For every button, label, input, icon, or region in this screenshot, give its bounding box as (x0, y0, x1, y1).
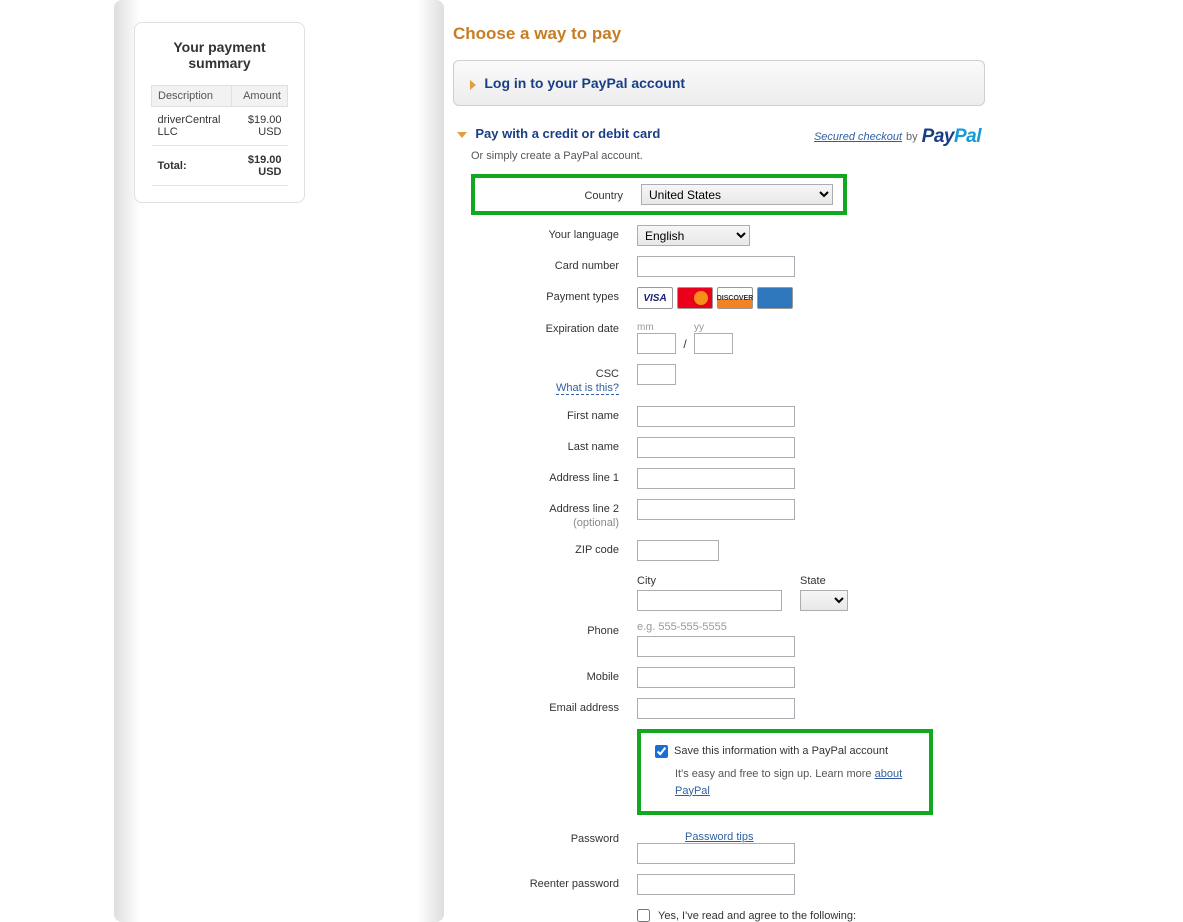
country-select[interactable]: United States (641, 184, 833, 205)
mastercard-icon (677, 287, 713, 309)
password-input[interactable] (637, 843, 795, 864)
addr1-label: Address line 1 (457, 468, 637, 485)
lastname-label: Last name (457, 437, 637, 454)
card-section-sub: Or simply create a PayPal account. (457, 150, 981, 162)
payment-summary: Your payment summary Description Amount … (134, 22, 305, 203)
save-info-highlight: Save this information with a PayPal acco… (637, 729, 933, 815)
language-label: Your language (457, 225, 637, 242)
phone-label: Phone (457, 621, 637, 638)
col-amount: Amount (232, 86, 288, 107)
save-info-checkbox[interactable] (655, 745, 668, 758)
zip-input[interactable] (637, 540, 719, 561)
email-input[interactable] (637, 698, 795, 719)
summary-title: Your payment summary (151, 39, 288, 71)
secured-checkout-link[interactable]: Secured checkout (814, 131, 902, 143)
language-select[interactable]: English (637, 225, 750, 246)
cardnumber-label: Card number (457, 256, 637, 273)
csc-help-link[interactable]: What is this? (556, 382, 619, 395)
country-label: Country (475, 186, 641, 203)
city-input[interactable] (637, 590, 782, 611)
card-icons: VISA DISCOVER (637, 287, 981, 309)
lastname-input[interactable] (637, 437, 795, 458)
agree-checkbox[interactable] (637, 909, 650, 922)
country-highlight: Country United States (471, 174, 847, 215)
secured-checkout: Secured checkout by PayPal (814, 126, 981, 148)
card-section-title: Pay with a credit or debit card (475, 126, 660, 141)
chevron-down-icon (457, 132, 467, 138)
expiration-label: Expiration date (457, 319, 637, 336)
col-description: Description (152, 86, 232, 107)
exp-yy-input[interactable] (694, 333, 733, 354)
addr1-input[interactable] (637, 468, 795, 489)
summary-total: Total: $19.00 USD (152, 146, 288, 186)
firstname-input[interactable] (637, 406, 795, 427)
login-panel[interactable]: Log in to your PayPal account (453, 60, 985, 106)
phone-input[interactable] (637, 636, 795, 657)
csc-input[interactable] (637, 364, 676, 385)
paymenttypes-label: Payment types (457, 287, 637, 304)
visa-icon: VISA (637, 287, 673, 309)
login-panel-title: Log in to your PayPal account (484, 75, 685, 91)
password-tips-link[interactable]: Password tips (685, 831, 753, 843)
mobile-input[interactable] (637, 667, 795, 688)
password-label: Password (457, 829, 637, 846)
phone-hint: e.g. 555-555-5555 (637, 621, 981, 633)
paypal-logo: PayPal (922, 126, 981, 148)
mobile-label: Mobile (457, 667, 637, 684)
addr2-label: Address line 2 (549, 503, 619, 515)
amex-icon (757, 287, 793, 309)
agree-label: Yes, I've read and agree to the followin… (658, 910, 856, 922)
addr2-input[interactable] (637, 499, 795, 520)
discover-icon: DISCOVER (717, 287, 753, 309)
summary-row: driverCentral LLC $19.00 USD (152, 107, 288, 146)
cardnumber-input[interactable] (637, 256, 795, 277)
exp-mm-input[interactable] (637, 333, 676, 354)
firstname-label: First name (457, 406, 637, 423)
csc-label: CSC (596, 368, 619, 380)
summary-table: Description Amount driverCentral LLC $19… (151, 85, 288, 186)
reenter-password-label: Reenter password (457, 874, 637, 891)
save-info-label[interactable]: Save this information with a PayPal acco… (655, 745, 915, 758)
email-label: Email address (457, 698, 637, 715)
state-select[interactable] (800, 590, 848, 611)
reenter-password-input[interactable] (637, 874, 795, 895)
page-heading: Choose a way to pay (453, 24, 985, 44)
chevron-right-icon (470, 80, 476, 90)
zip-label: ZIP code (457, 540, 637, 557)
save-info-sub: It's easy and free to sign up. Learn mor… (675, 766, 915, 799)
city-label: City (637, 575, 782, 587)
state-label: State (800, 575, 848, 587)
addr2-optional: (optional) (573, 517, 619, 529)
